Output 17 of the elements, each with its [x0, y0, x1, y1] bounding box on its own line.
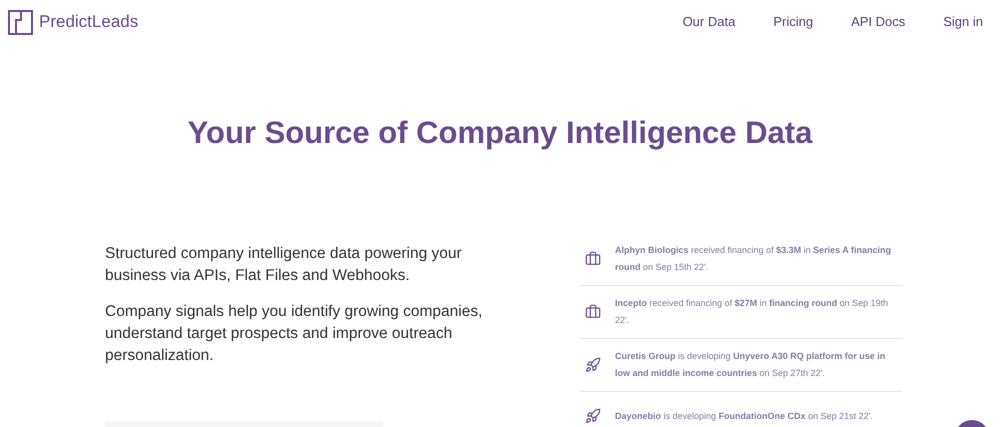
nav-link[interactable]: Our Data [682, 12, 736, 32]
rocket-icon [585, 356, 601, 372]
rocket-icon [585, 408, 601, 424]
briefcase-icon [585, 304, 601, 320]
event-text: Curetis Group is developing Unyvero A30 RQ platform for use in low and middle income countries on Sep 27th 22'. [615, 350, 886, 380]
event-text: Incepto received financing of $27M in financing round on Sep 19th 22'. [615, 296, 890, 326]
event-text: Alphyn Biologics received financing of $3.3M in Series A financing round on Sep 15th 22'. [615, 244, 892, 274]
logo-icon [8, 10, 33, 34]
briefcase-icon [585, 250, 601, 266]
headline: Your Source of Company Intelligence Data [186, 114, 814, 152]
brand-name[interactable]: PredictLeads [39, 9, 138, 35]
intro-paragraph: Structured company intelligence data powering your business via APIs, Flat Files and Webhooks. [105, 244, 463, 286]
event-text: Dayonebio is developing FoundationOne CDx on Sep 21st 22'. [615, 410, 873, 423]
nav-link[interactable]: Sign in [943, 12, 983, 32]
nav-link[interactable]: Pricing [773, 12, 814, 32]
nav-link[interactable]: API Docs [851, 12, 906, 32]
intro-paragraph: Company signals help you identify growing companies, understand target prospects and improve outreach personalization. [105, 302, 484, 366]
